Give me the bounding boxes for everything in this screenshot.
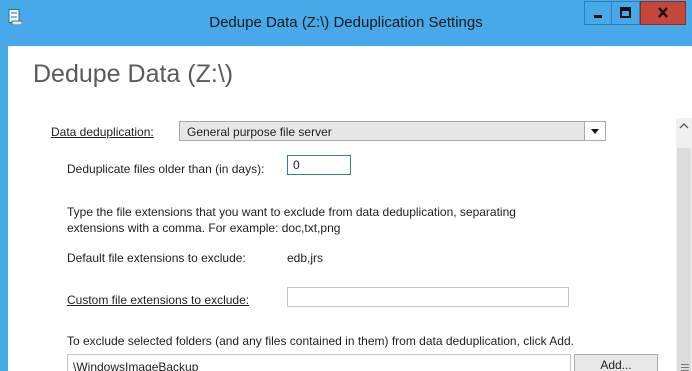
window-frame-left	[0, 46, 8, 371]
dropdown-arrow-icon[interactable]	[584, 122, 605, 140]
extensions-instructions-line2: extensions with a comma. For example: do…	[67, 221, 341, 235]
dedup-mode-label: Data deduplication:	[51, 125, 154, 139]
title-bar[interactable]: Dedupe Data (Z:\) Deduplication Settings	[0, 0, 692, 46]
vertical-scrollbar[interactable]	[676, 118, 692, 371]
scroll-up-icon[interactable]	[676, 118, 692, 135]
file-age-input[interactable]	[287, 155, 351, 175]
close-icon	[641, 2, 685, 24]
grip-icon	[681, 358, 689, 371]
minimize-icon	[585, 2, 611, 24]
excluded-folders-list[interactable]: \WindowsImageBackup	[67, 354, 571, 371]
maximize-button[interactable]	[612, 1, 640, 25]
excluded-folders-instructions: To exclude selected folders (and any fil…	[67, 334, 574, 348]
minimize-button[interactable]	[584, 1, 612, 25]
default-extensions-label: Default file extensions to exclude:	[67, 251, 246, 265]
default-extensions-value: edb,jrs	[287, 251, 324, 265]
maximize-icon	[612, 2, 639, 24]
close-button[interactable]	[640, 1, 686, 25]
extensions-instructions-line1: Type the file extensions that you want t…	[67, 205, 516, 219]
custom-extensions-label: Custom file extensions to exclude:	[67, 293, 250, 307]
list-item[interactable]: \WindowsImageBackup	[73, 360, 198, 371]
scrollbar-thumb[interactable]	[677, 148, 691, 371]
file-age-label: Deduplicate files older than (in days):	[67, 162, 265, 176]
custom-extensions-input[interactable]	[287, 287, 569, 307]
dedup-mode-value: General purpose file server	[187, 125, 332, 139]
settings-window: Dedupe Data (Z:\) Deduplication Settings…	[0, 0, 692, 371]
dedup-mode-select[interactable]: General purpose file server	[179, 121, 606, 141]
page-title: Dedupe Data (Z:\)	[33, 60, 234, 88]
add-folder-button[interactable]: Add...	[574, 354, 658, 371]
